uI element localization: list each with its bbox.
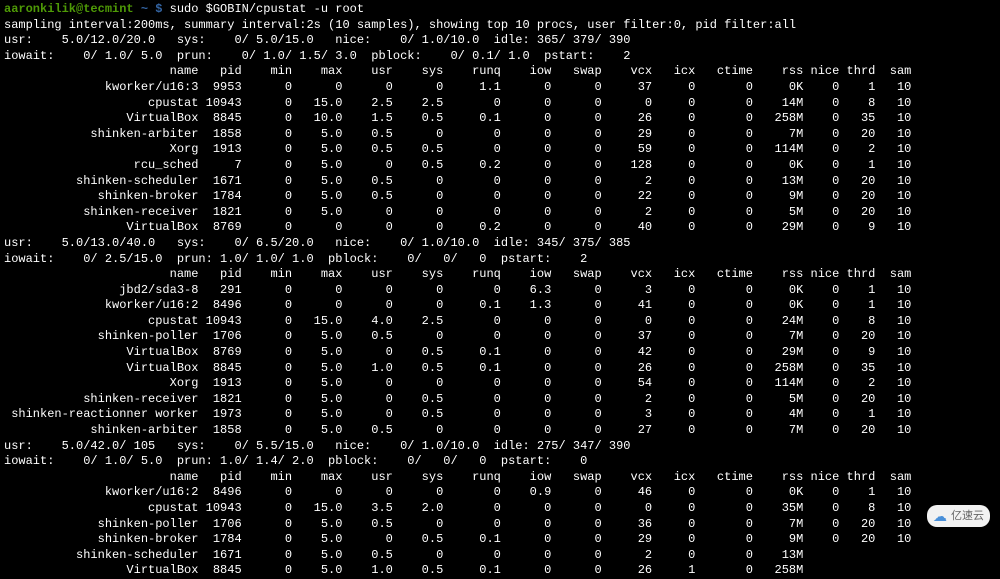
process-row: cpustat 10943 0 15.0 2.5 2.5 0 0 0 0 0 0… [4,96,996,112]
process-row: shinken-arbiter 1858 0 5.0 0.5 0 0 0 0 2… [4,127,996,143]
cloud-icon: ☁ [933,507,947,525]
process-row: kworker/u16:3 9953 0 0 0 0 1.1 0 0 37 0 … [4,80,996,96]
process-row: shinken-poller 1706 0 5.0 0.5 0 0 0 0 37… [4,329,996,345]
process-row: VirtualBox 8769 0 5.0 0 0.5 0.1 0 0 42 0… [4,345,996,361]
process-row: rcu_sched 7 0 5.0 0 0.5 0.2 0 0 128 0 0 … [4,158,996,174]
process-row: shinken-scheduler 1671 0 5.0 0.5 0 0 0 0… [4,548,996,564]
process-row: shinken-receiver 1821 0 5.0 0 0 0 0 0 2 … [4,205,996,221]
process-row: shinken-broker 1784 0 5.0 0.5 0 0 0 0 22… [4,189,996,205]
process-row: jbd2/sda3-8 291 0 0 0 0 0 6.3 0 3 0 0 0K… [4,283,996,299]
summary-line: usr: 5.0/12.0/20.0 sys: 0/ 5.0/15.0 nice… [4,33,996,49]
shell-prompt[interactable]: aaronkilik@tecmint ~ $ sudo $GOBIN/cpust… [4,2,996,18]
process-row: VirtualBox 8845 0 5.0 1.0 0.5 0.1 0 0 26… [4,563,996,579]
column-header-row: name pid min max usr sys runq iow swap v… [4,64,996,80]
process-row: cpustat 10943 0 15.0 3.5 2.0 0 0 0 0 0 0… [4,501,996,517]
summary-line: iowait: 0/ 1.0/ 5.0 prun: 1.0/ 1.4/ 2.0 … [4,454,996,470]
watermark-text: 亿速云 [951,509,984,523]
watermark-badge: ☁ 亿速云 [927,505,990,527]
process-row: shinken-scheduler 1671 0 5.0 0.5 0 0 0 0… [4,174,996,190]
process-row: shinken-reactionner worker 1973 0 5.0 0 … [4,407,996,423]
process-row: Xorg 1913 0 5.0 0 0 0 0 0 54 0 0 114M 0 … [4,376,996,392]
process-row: VirtualBox 8769 0 0 0 0 0.2 0 0 40 0 0 2… [4,220,996,236]
summary-line: iowait: 0/ 1.0/ 5.0 prun: 0/ 1.0/ 1.5/ 3… [4,49,996,65]
process-row: kworker/u16:2 8496 0 0 0 0 0 0.9 0 46 0 … [4,485,996,501]
summary-line: usr: 5.0/42.0/ 105 sys: 0/ 5.5/15.0 nice… [4,439,996,455]
summary-line: iowait: 0/ 2.5/15.0 prun: 1.0/ 1.0/ 1.0 … [4,252,996,268]
process-row: shinken-poller 1706 0 5.0 0.5 0 0 0 0 36… [4,517,996,533]
summary-line: usr: 5.0/13.0/40.0 sys: 0/ 6.5/20.0 nice… [4,236,996,252]
process-row: VirtualBox 8845 0 5.0 1.0 0.5 0.1 0 0 26… [4,361,996,377]
cpustat-output: usr: 5.0/12.0/20.0 sys: 0/ 5.0/15.0 nice… [4,33,996,579]
column-header-row: name pid min max usr sys runq iow swap v… [4,267,996,283]
process-row: shinken-receiver 1821 0 5.0 0 0.5 0 0 0 … [4,392,996,408]
process-row: cpustat 10943 0 15.0 4.0 2.5 0 0 0 0 0 0… [4,314,996,330]
process-row: shinken-broker 1784 0 5.0 0 0.5 0.1 0 0 … [4,532,996,548]
process-row: VirtualBox 8845 0 10.0 1.5 0.5 0.1 0 0 2… [4,111,996,127]
column-header-row: name pid min max usr sys runq iow swap v… [4,470,996,486]
sampling-info: sampling interval:200ms, summary interva… [4,18,996,34]
process-row: kworker/u16:2 8496 0 0 0 0 0.1 1.3 0 41 … [4,298,996,314]
process-row: Xorg 1913 0 5.0 0.5 0.5 0 0 0 59 0 0 114… [4,142,996,158]
process-row: shinken-arbiter 1858 0 5.0 0.5 0 0 0 0 2… [4,423,996,439]
